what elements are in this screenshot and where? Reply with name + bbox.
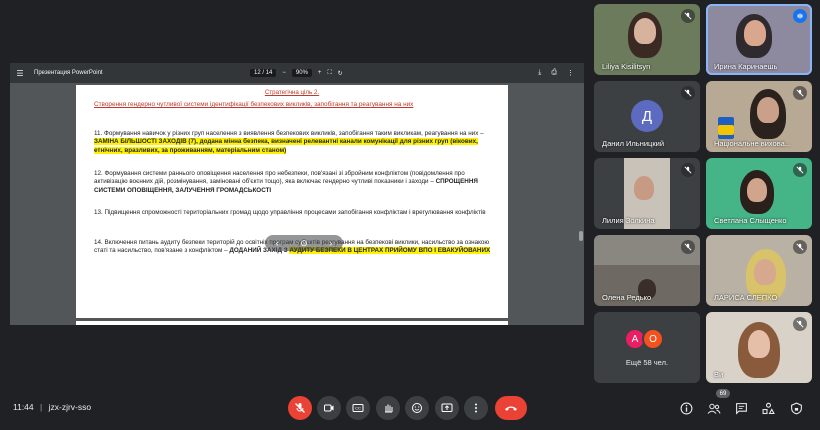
mic-off-icon xyxy=(295,403,305,413)
page-number-input[interactable]: 12 / 14 xyxy=(250,69,277,77)
more-avatars: А О xyxy=(624,328,664,350)
mic-off-icon xyxy=(793,163,807,177)
avatar: Д xyxy=(631,100,663,132)
zoom-icon[interactable]: ⊙ xyxy=(300,238,308,249)
people-icon[interactable] xyxy=(706,400,722,416)
participant-tile[interactable]: Ирина Каринаешь xyxy=(706,4,812,75)
meeting-code: jzx-zjrv-sso xyxy=(48,402,92,412)
presentation-overlay-controls: ‹ ⊙ › xyxy=(265,235,343,251)
svg-text:CC: CC xyxy=(355,406,361,411)
participant-name: Національне вихова... xyxy=(714,139,792,148)
pdf-actions: ⤓ ⎙ ⋮ xyxy=(538,63,574,83)
menu-icon[interactable]: ☰ xyxy=(14,69,26,78)
participant-name: Ирина Каринаешь xyxy=(714,62,778,71)
flag-yellow xyxy=(718,125,734,135)
participant-name: Лилия Золкина xyxy=(602,216,655,225)
participant-name: Олена Редько xyxy=(602,293,652,302)
participant-face xyxy=(747,178,767,202)
camera-button[interactable] xyxy=(317,396,341,420)
goal-heading: Стратегічна ціль 2. xyxy=(264,89,320,96)
participant-tile[interactable]: Національне вихова... xyxy=(706,81,812,152)
hand-icon xyxy=(385,404,393,413)
participant-face xyxy=(634,176,654,200)
avatar: О xyxy=(642,328,664,350)
participant-name: Данил Ильницкий xyxy=(602,139,665,148)
mic-off-icon xyxy=(793,317,807,331)
participant-tile[interactable]: ЛАРИСА СЛЕПКО xyxy=(706,235,812,306)
participant-name: ЛАРИСА СЛЕПКО xyxy=(714,293,778,302)
reactions-button[interactable] xyxy=(405,396,429,420)
participant-face xyxy=(748,330,770,358)
next-icon[interactable]: › xyxy=(329,238,332,248)
participant-face xyxy=(744,20,766,46)
mic-off-icon xyxy=(681,9,695,23)
raise-hand-button[interactable] xyxy=(376,396,400,420)
fit-page-icon[interactable]: ⛶ xyxy=(327,70,331,77)
more-participants-tile[interactable]: А О Ещё 58 чел. xyxy=(594,312,700,383)
meeting-info: 11:44 | jzx-zjrv-sso xyxy=(13,402,92,412)
pdf-title: Презентация PowerPoint xyxy=(34,70,103,76)
present-screen-icon xyxy=(441,403,453,412)
microphone-button[interactable] xyxy=(288,396,312,420)
meeting-details-icon[interactable] xyxy=(678,400,694,416)
zoom-out-icon[interactable]: − xyxy=(282,70,286,76)
pdf-page: Стратегічна ціль 2. Створення гендерно ч… xyxy=(76,85,508,318)
clock-time: 11:44 xyxy=(13,402,34,412)
zoom-in-icon[interactable]: + xyxy=(318,70,322,76)
emoji-icon xyxy=(412,403,422,413)
people-count-badge: 69 xyxy=(716,389,730,398)
participant-name: Светлана Слыщенко xyxy=(714,216,787,225)
mic-off-icon xyxy=(681,163,695,177)
participant-tile[interactable]: Liliya Kisilitsyn xyxy=(594,4,700,75)
mic-off-icon xyxy=(793,240,807,254)
paragraph-11: 11. Формування навичок у різних груп нас… xyxy=(94,130,484,154)
more-participants-label: Ещё 58 чел. xyxy=(625,358,669,367)
activities-icon[interactable] xyxy=(760,400,776,416)
hang-up-icon xyxy=(505,406,517,411)
rotate-icon[interactable]: ↻ xyxy=(338,70,343,77)
participant-tile[interactable]: Олена Редько xyxy=(594,235,700,306)
participant-tile[interactable]: Д Данил Ильницкий xyxy=(594,81,700,152)
captions-button[interactable]: CC xyxy=(346,396,370,420)
mic-off-icon xyxy=(681,240,695,254)
camera-icon xyxy=(324,404,334,412)
goal-subtitle: Створення гендерно чутливої системи іден… xyxy=(94,101,414,108)
leave-call-button[interactable] xyxy=(495,396,527,420)
paragraph-13: 13. Підвищення спроможності територіальн… xyxy=(94,209,486,216)
bottom-bar: 11:44 | jzx-zjrv-sso CC 69 xyxy=(0,388,820,428)
participant-face xyxy=(634,18,656,44)
more-options-icon[interactable]: ⋮ xyxy=(567,69,574,77)
next-pdf-page xyxy=(76,321,508,325)
participant-face xyxy=(757,97,779,123)
participant-face xyxy=(754,259,776,285)
presentation-area: ☰ Презентация PowerPoint 12 / 14 − 90% +… xyxy=(10,63,584,325)
participant-tile[interactable]: Светлана Слыщенко xyxy=(706,158,812,229)
more-vertical-icon xyxy=(475,403,477,413)
zoom-input[interactable]: 90% xyxy=(291,69,312,77)
host-controls-icon[interactable] xyxy=(788,400,804,416)
participant-name: Liliya Kisilitsyn xyxy=(602,62,651,71)
participant-tile[interactable]: Ви xyxy=(706,312,812,383)
more-options-button[interactable] xyxy=(464,396,488,420)
pdf-toolbar: ☰ Презентация PowerPoint 12 / 14 − 90% +… xyxy=(10,63,584,83)
participant-name: Ви xyxy=(714,370,724,379)
pdf-page-controls: 12 / 14 − 90% + ⛶ ↻ xyxy=(250,63,343,83)
present-button[interactable] xyxy=(435,396,459,420)
chat-icon[interactable] xyxy=(733,400,749,416)
participant-tile[interactable]: Лилия Золкина xyxy=(594,158,700,229)
print-icon[interactable]: ⎙ xyxy=(551,69,557,77)
speaking-indicator-icon xyxy=(793,9,807,23)
previous-icon[interactable]: ‹ xyxy=(276,238,279,248)
mic-off-icon xyxy=(681,86,695,100)
closed-captions-icon: CC xyxy=(352,404,364,412)
download-icon[interactable]: ⤓ xyxy=(538,69,541,77)
mic-off-icon xyxy=(793,86,807,100)
paragraph-12: 12. Формування системи раннього оповіщен… xyxy=(94,170,478,194)
scrollbar[interactable] xyxy=(579,231,583,241)
